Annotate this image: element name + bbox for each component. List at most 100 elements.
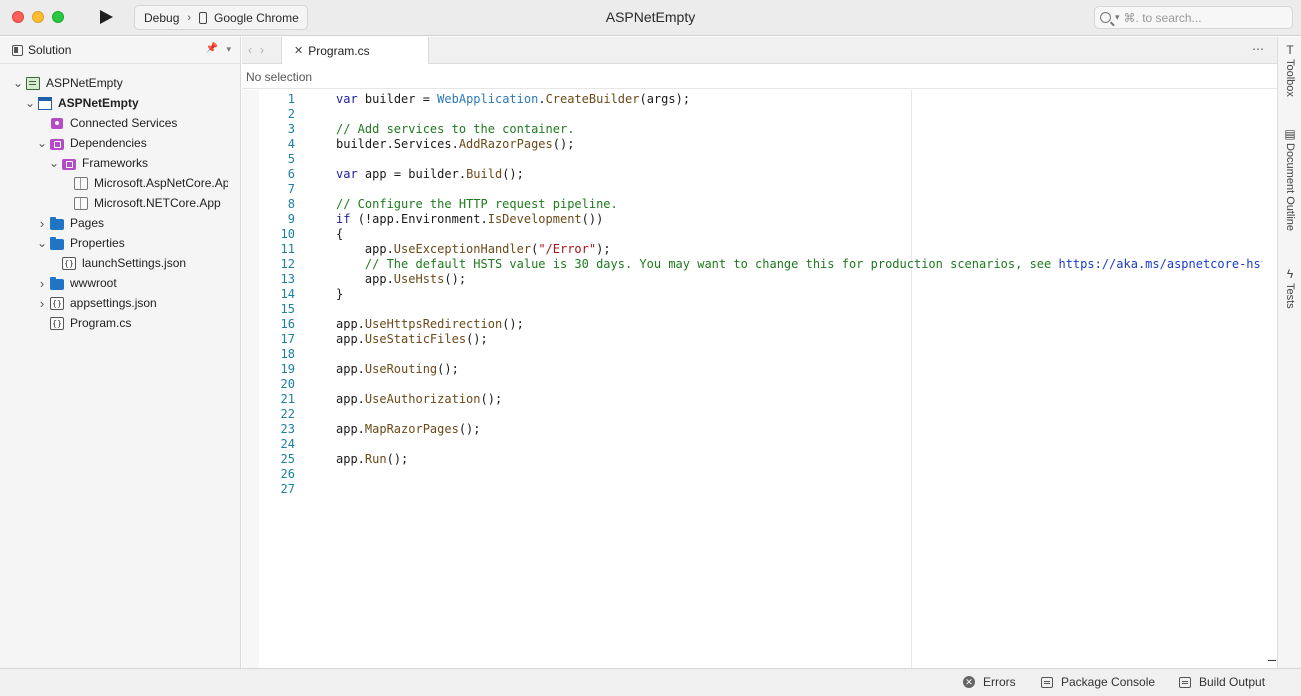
tab-program-cs[interactable]: ✕ Program.cs xyxy=(281,37,429,64)
code-line[interactable]: 27 xyxy=(259,482,1262,497)
code-line[interactable]: 8 // Configure the HTTP request pipeline. xyxy=(259,197,1262,212)
code-line[interactable]: 25 app.Run(); xyxy=(259,452,1262,467)
chevron-down-icon[interactable]: ⌄ xyxy=(24,97,36,109)
tree-item[interactable]: ›{} appsettings.json xyxy=(0,293,228,313)
tree-item[interactable]: {} Program.cs xyxy=(0,313,228,333)
dock-toolbox-button[interactable]: T Toolbox xyxy=(1281,43,1299,97)
code-line[interactable]: 16 app.UseHttpsRedirection(); xyxy=(259,317,1262,332)
tree-item[interactable]: {} launchSettings.json xyxy=(0,253,228,273)
code-token: // Configure the HTTP request pipeline. xyxy=(336,197,618,211)
code-text: // Add services to the container. xyxy=(336,122,574,137)
code-line[interactable]: 2 xyxy=(259,107,1262,122)
code-token: Build xyxy=(466,167,503,181)
tree-item-label: wwwroot xyxy=(70,276,117,290)
line-number: 11 xyxy=(280,242,295,256)
project-icon xyxy=(38,96,52,110)
line-number: 27 xyxy=(280,482,295,496)
tree-item[interactable]: ⌄ Frameworks xyxy=(0,153,228,173)
chevron-right-icon[interactable]: › xyxy=(36,296,48,311)
tree-item[interactable]: › wwwroot xyxy=(0,273,228,293)
dock-document-outline-button[interactable]: ▤ Document Outline xyxy=(1281,127,1299,231)
code-token: app. xyxy=(336,272,394,286)
folder-icon xyxy=(50,216,64,230)
tree-item[interactable]: ⌄ Properties xyxy=(0,233,228,253)
code-line[interactable]: 18 xyxy=(259,347,1262,362)
code-line[interactable]: 12 // The default HSTS value is 30 days.… xyxy=(259,257,1262,272)
code-line[interactable]: 19 app.UseRouting(); xyxy=(259,362,1262,377)
errors-pad-button[interactable]: ✕ Errors xyxy=(963,675,1016,689)
folder-icon xyxy=(50,276,64,290)
close-tab-icon[interactable]: ✕ xyxy=(294,44,303,57)
code-token: app. xyxy=(336,242,394,256)
code-line[interactable]: 21 app.UseAuthorization(); xyxy=(259,392,1262,407)
code-line[interactable]: 6 var app = builder.Build(); xyxy=(259,167,1262,182)
breadcrumb[interactable]: No selection xyxy=(242,65,1277,89)
tree-item-label: Program.cs xyxy=(70,316,132,330)
code-line[interactable]: 9 if (!app.Environment.IsDevelopment()) xyxy=(259,212,1262,227)
code-line[interactable]: 26 xyxy=(259,467,1262,482)
navigate-back-forward-icons[interactable]: ‹› xyxy=(248,43,272,57)
code-line[interactable]: 1 var builder = WebApplication.CreateBuil… xyxy=(259,92,1262,107)
code-line[interactable]: 4 builder.Services.AddRazorPages(); xyxy=(259,137,1262,152)
run-play-icon[interactable] xyxy=(100,10,113,24)
package-console-icon xyxy=(1041,676,1053,688)
code-line[interactable]: 13 app.UseHsts(); xyxy=(259,272,1262,287)
chevron-down-icon[interactable]: ▾ xyxy=(226,44,231,55)
tree-item[interactable]: ⌄ Dependencies xyxy=(0,133,228,153)
chevron-down-icon[interactable]: ⌄ xyxy=(12,77,24,89)
code-editor[interactable]: 1 var builder = WebApplication.CreateBuil… xyxy=(259,90,1262,668)
line-number: 20 xyxy=(280,377,295,391)
tree-item[interactable]: Microsoft.AspNetCore.App xyxy=(0,173,228,193)
code-token: UseExceptionHandler xyxy=(393,242,532,256)
code-line[interactable]: 3 // Add services to the container. xyxy=(259,122,1262,137)
code-line[interactable]: 17 app.UseStaticFiles(); xyxy=(259,332,1262,347)
close-window-button[interactable] xyxy=(12,11,24,23)
editor-tab-bar: ‹› ✕ Program.cs ⋯ xyxy=(242,37,1277,64)
chevron-down-icon[interactable]: ⌄ xyxy=(36,237,48,249)
editor-scroll-area[interactable] xyxy=(1262,90,1277,668)
more-options-icon[interactable]: ⋯ xyxy=(1252,42,1265,56)
code-token: if xyxy=(336,212,351,226)
search-input[interactable]: ▾ ⌘. to search... xyxy=(1094,6,1293,29)
tree-item-label: Frameworks xyxy=(82,156,149,170)
tree-item[interactable]: › Pages xyxy=(0,213,228,233)
cs-file-icon: {} xyxy=(50,316,64,330)
dock-label: Document Outline xyxy=(1284,143,1296,232)
tree-item[interactable]: ⌄ ASPNetEmpty xyxy=(0,73,228,93)
chevron-down-icon[interactable]: ⌄ xyxy=(48,157,60,169)
run-configuration-selector[interactable]: Debug › Google Chrome xyxy=(134,5,308,30)
dock-tests-button[interactable]: ϟ Tests xyxy=(1281,267,1299,309)
package-console-button[interactable]: Package Console xyxy=(1041,675,1155,689)
status-bar: ✕ Errors Package Console Build Output xyxy=(0,668,1301,696)
code-line[interactable]: 22 xyxy=(259,407,1262,422)
line-number: 24 xyxy=(280,437,295,451)
code-token: (); xyxy=(466,332,488,346)
code-line[interactable]: 7 xyxy=(259,182,1262,197)
code-line[interactable]: 20 xyxy=(259,377,1262,392)
code-line[interactable]: 23 app.MapRazorPages(); xyxy=(259,422,1262,437)
chevron-right-icon[interactable]: › xyxy=(36,216,48,231)
code-token: (); xyxy=(502,317,524,331)
build-output-button[interactable]: Build Output xyxy=(1179,675,1265,689)
code-line[interactable]: 15 xyxy=(259,302,1262,317)
code-line[interactable]: 5 xyxy=(259,152,1262,167)
code-token: UseHsts xyxy=(393,272,445,286)
code-line[interactable]: 10 { xyxy=(259,227,1262,242)
code-line[interactable]: 14} xyxy=(259,287,1262,302)
code-token: MapRazorPages xyxy=(364,422,459,436)
solution-icon xyxy=(26,76,40,90)
code-line[interactable]: 24 xyxy=(259,437,1262,452)
code-line[interactable]: 11 app.UseExceptionHandler("/Error"); xyxy=(259,242,1262,257)
chevron-down-icon[interactable]: ⌄ xyxy=(36,137,48,149)
line-number: 7 xyxy=(287,182,295,196)
tree-item[interactable]: ⌄ ASPNetEmpty xyxy=(0,93,228,113)
chevron-right-icon[interactable]: › xyxy=(36,276,48,291)
zoom-window-button[interactable] xyxy=(52,11,64,23)
pin-icon[interactable]: 📌 xyxy=(206,43,218,54)
code-token: AddRazorPages xyxy=(458,137,553,151)
minimize-window-button[interactable] xyxy=(32,11,44,23)
tree-item[interactable]: Connected Services xyxy=(0,113,228,133)
tree-item[interactable]: Microsoft.NETCore.App xyxy=(0,193,228,213)
line-number: 6 xyxy=(287,167,295,181)
